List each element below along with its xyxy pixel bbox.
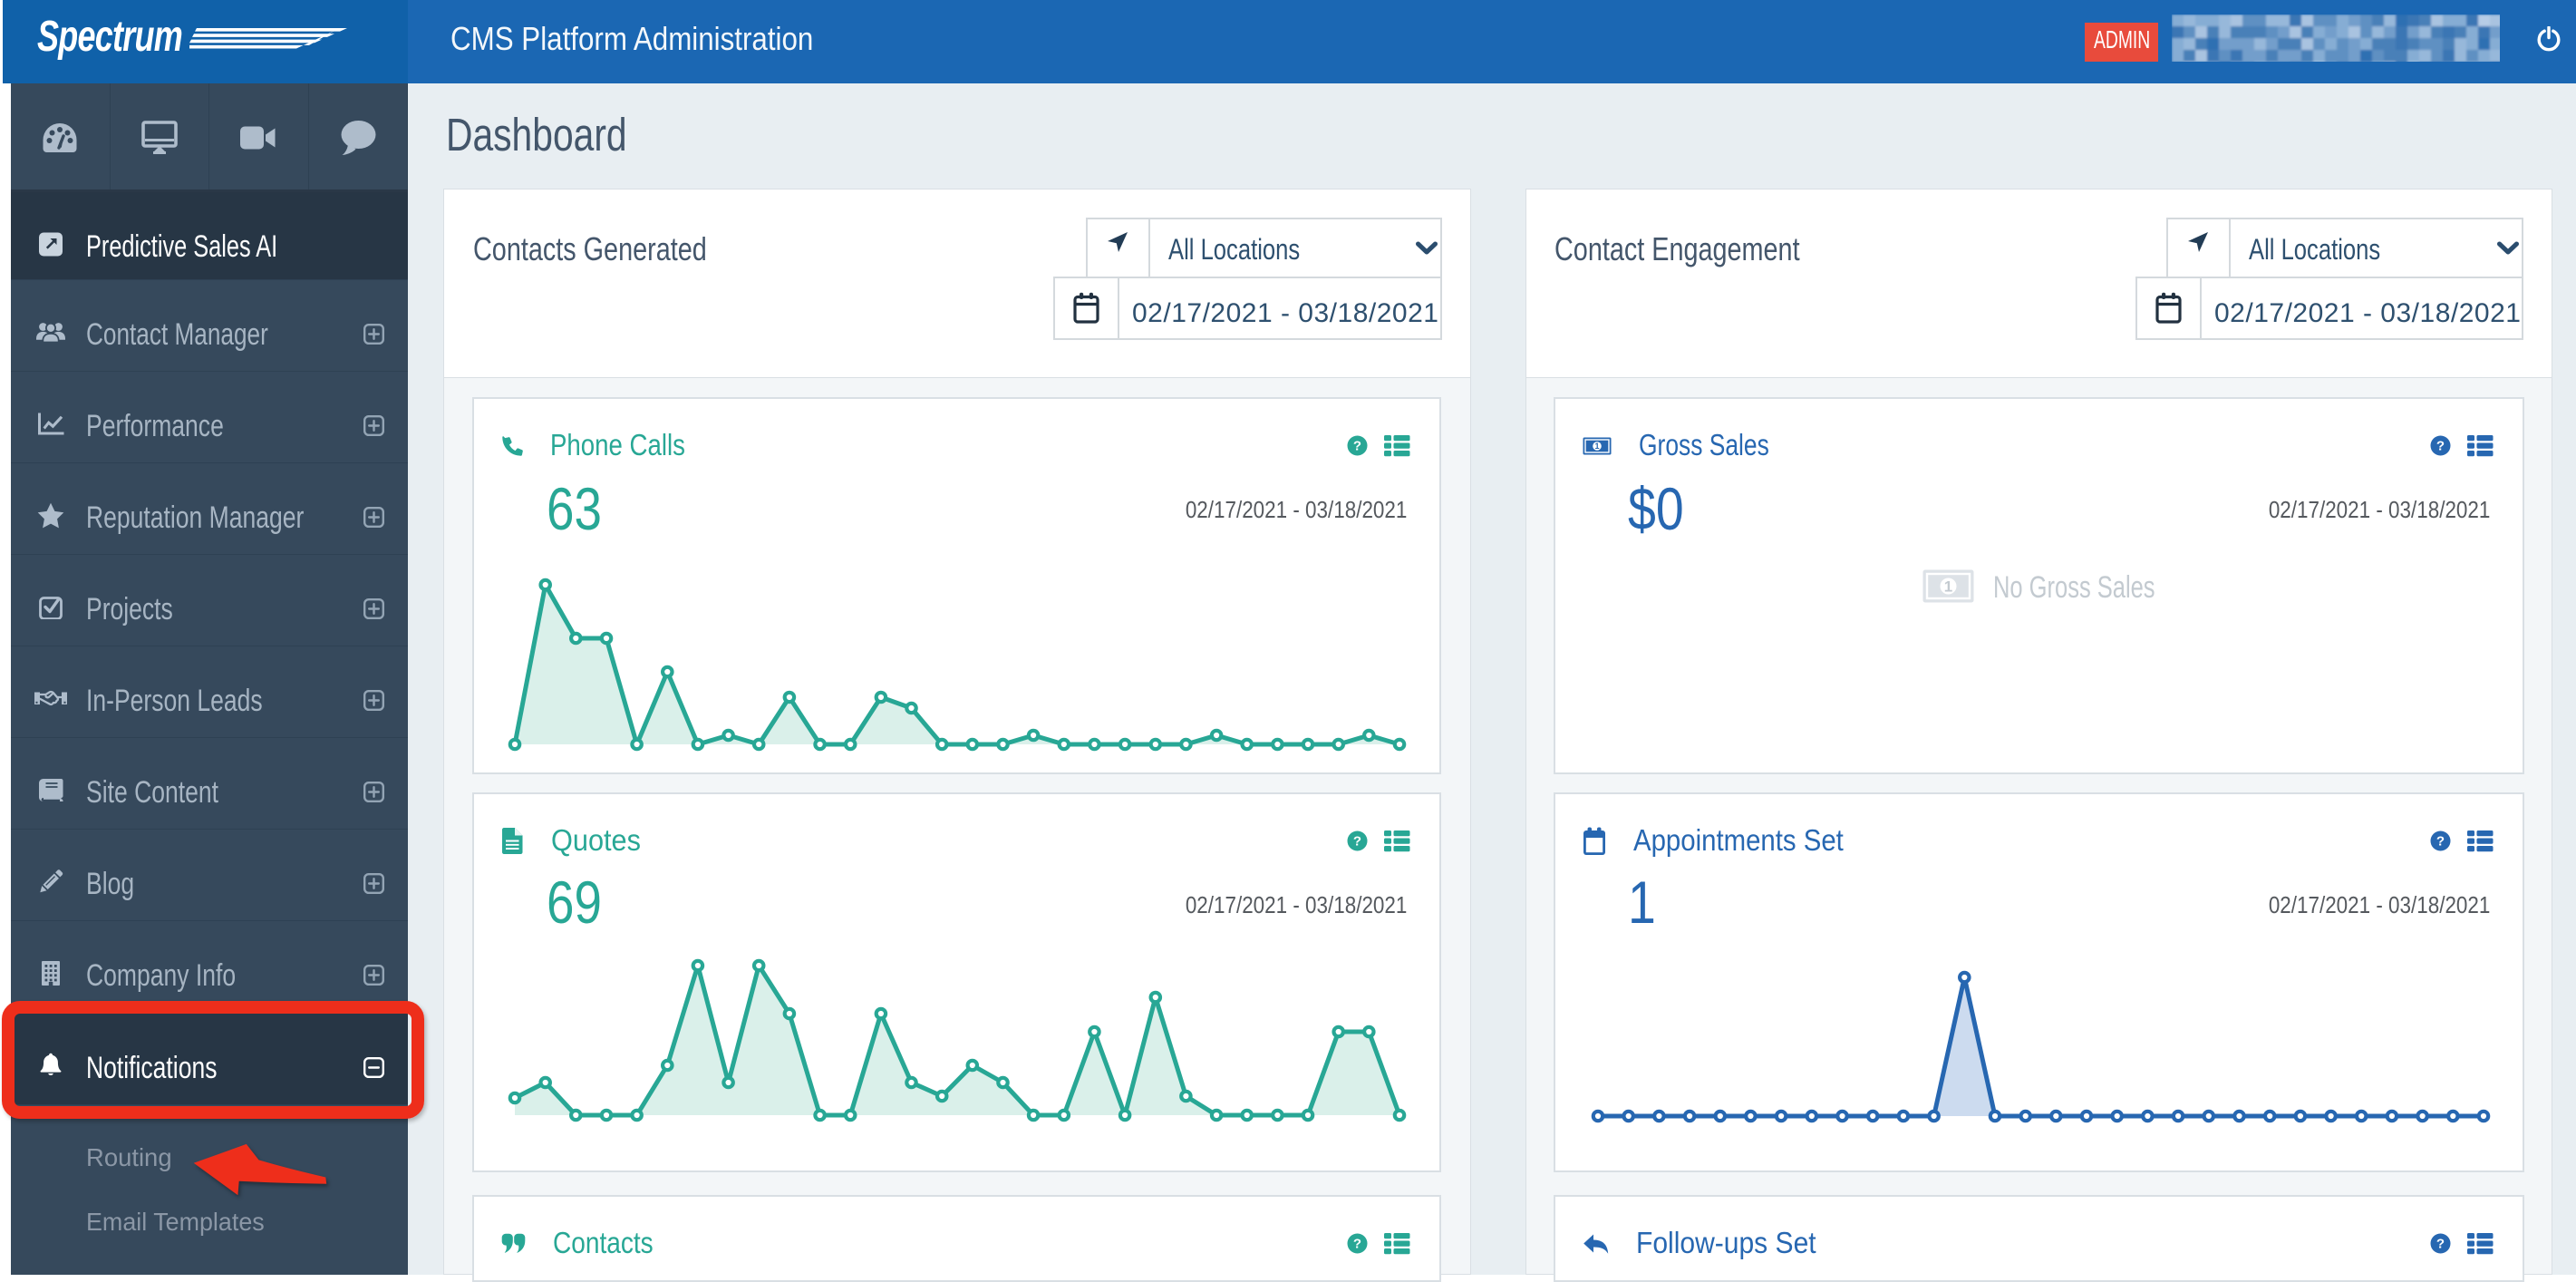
svg-text:?: ? (2436, 1237, 2445, 1252)
svg-text:?: ? (1353, 1237, 1361, 1252)
svg-text:1: 1 (1594, 442, 1599, 451)
svg-text:1: 1 (1944, 578, 1952, 596)
svg-text:?: ? (2436, 439, 2445, 454)
